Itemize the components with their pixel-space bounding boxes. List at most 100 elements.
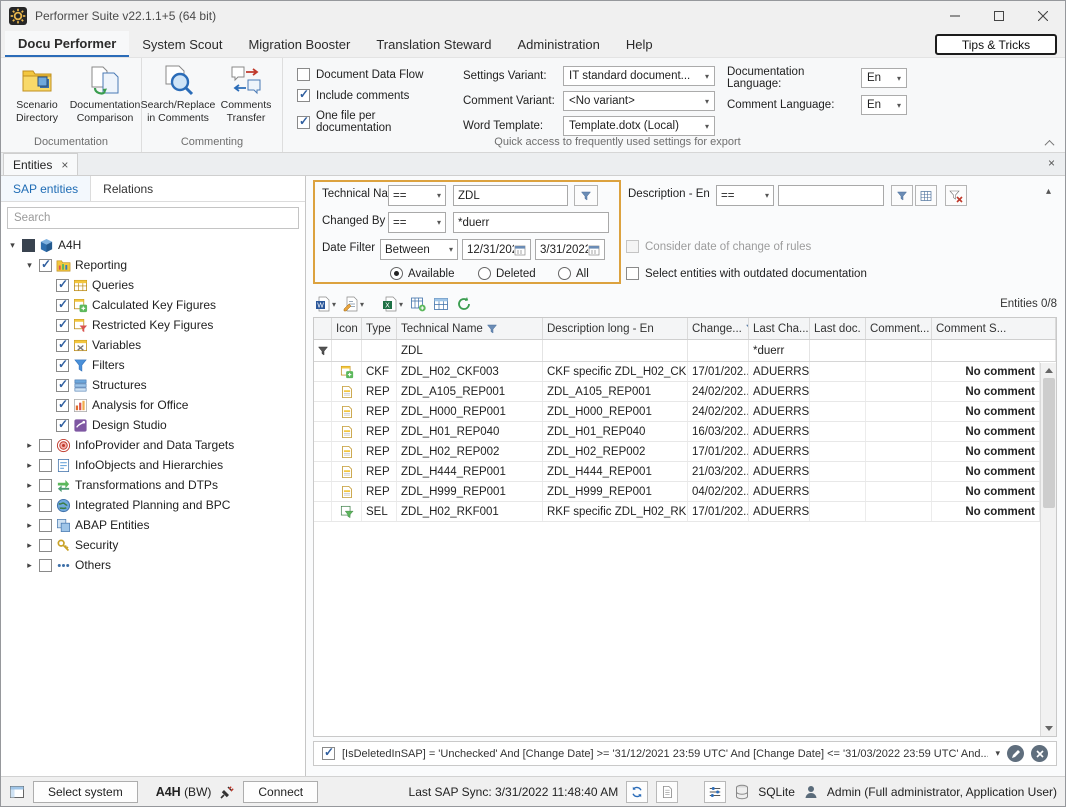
tree-checkbox[interactable] (56, 359, 69, 372)
show-filter-button[interactable] (891, 185, 913, 206)
comments-transfer-button[interactable]: Comments Transfer (212, 60, 280, 136)
expand-node-icon[interactable]: ▸ (22, 440, 37, 451)
description-input[interactable] (778, 185, 884, 206)
table-row[interactable]: REPZDL_H02_REP002ZDL_H02_REP00217/01/202… (314, 442, 1040, 462)
expand-node-icon[interactable]: ▸ (22, 460, 37, 471)
column-header-comment-s[interactable]: Comment S... (932, 318, 1056, 339)
expand-node-icon[interactable]: ▸ (22, 520, 37, 531)
expand-node-icon[interactable]: ▸ (22, 560, 37, 571)
table-row[interactable]: CKFZDL_H02_CKF003CKF specific ZDL_H02_CK… (314, 362, 1040, 382)
tree-checkbox[interactable] (39, 539, 52, 552)
tree-checkbox[interactable] (56, 379, 69, 392)
tree-checkbox[interactable] (39, 479, 52, 492)
filter-cell-icon[interactable] (332, 340, 362, 361)
tree-checkbox[interactable] (39, 499, 52, 512)
comment-variant-dropdown[interactable]: <No variant>▾ (563, 91, 715, 111)
scroll-up-icon[interactable] (1045, 363, 1053, 378)
outdated-docs-checkbox[interactable]: Select entities with outdated documentat… (626, 267, 867, 280)
radio-deleted[interactable]: Deleted (478, 267, 536, 280)
column-header-change[interactable]: Change... (688, 318, 749, 339)
tree-checkbox[interactable] (22, 239, 35, 252)
close-tab-icon[interactable]: × (61, 159, 68, 171)
changed-by-input[interactable]: *duerr (453, 212, 609, 233)
ribbon-tab-system-scout[interactable]: System Scout (129, 31, 235, 57)
close-filter-button[interactable] (1031, 745, 1048, 762)
filter-editor-button[interactable] (915, 185, 937, 206)
table-row[interactable]: REPZDL_H444_REP001ZDL_H444_REP00121/03/2… (314, 462, 1040, 482)
chevron-down-icon[interactable]: ▾ (360, 300, 364, 309)
tree-checkbox[interactable] (39, 559, 52, 572)
column-header-icon[interactable]: Icon (332, 318, 362, 339)
tree-checkbox[interactable] (56, 339, 69, 352)
filter-cell-last-doc[interactable] (810, 340, 866, 361)
collapse-node-icon[interactable]: ▾ (22, 260, 37, 271)
checkbox-one-file-per-documentation[interactable]: One file per documentation (297, 110, 451, 134)
filter-cell-type[interactable] (362, 340, 397, 361)
filter-enabled-checkbox[interactable] (322, 747, 335, 760)
tree-item-infoobjects-and-hierarchies[interactable]: ▸InfoObjects and Hierarchies (1, 455, 305, 475)
edit-filter-button[interactable] (1007, 745, 1024, 762)
filter-cell-description-long-en[interactable] (543, 340, 688, 361)
tree-item-others[interactable]: ▸Others (1, 555, 305, 575)
tree-checkbox[interactable] (56, 419, 69, 432)
tree-checkbox[interactable] (39, 439, 52, 452)
tree-item-calculated-key-figures[interactable]: Calculated Key Figures (1, 295, 305, 315)
connect-button[interactable]: Connect (243, 781, 318, 803)
collapse-filter-panel-icon[interactable]: ▴ (1046, 186, 1051, 197)
tree-item-abap-entities[interactable]: ▸ABAP Entities (1, 515, 305, 535)
panel-icon[interactable] (9, 784, 25, 800)
document-log-button[interactable] (656, 781, 678, 803)
technical-name-input[interactable]: ZDL (453, 185, 568, 206)
table-row[interactable]: REPZDL_A105_REP001ZDL_A105_REP00124/02/2… (314, 382, 1040, 402)
settings-sliders-button[interactable] (704, 781, 726, 803)
documentation-language-dropdown[interactable]: En▾ (861, 68, 907, 88)
expand-node-icon[interactable]: ▸ (22, 540, 37, 551)
tree-checkbox[interactable] (56, 279, 69, 292)
tree-item-variables[interactable]: Variables (1, 335, 305, 355)
search-replace-in-comments-button[interactable]: Search/Replace in Comments (144, 60, 212, 136)
column-header-last-doc[interactable]: Last doc. (810, 318, 866, 339)
expand-node-icon[interactable]: ▸ (22, 500, 37, 511)
tree-item-security[interactable]: ▸Security (1, 535, 305, 555)
tree-item-infoprovider-and-data-targets[interactable]: ▸InfoProvider and Data Targets (1, 435, 305, 455)
maximize-button[interactable] (977, 1, 1021, 31)
date-filter-operator[interactable]: Between▾ (380, 239, 458, 260)
tree-item-transformations-and-dtps[interactable]: ▸Transformations and DTPs (1, 475, 305, 495)
table-row[interactable]: REPZDL_H000_REP001ZDL_H000_REP00124/02/2… (314, 402, 1040, 422)
vertical-scrollbar[interactable] (1040, 363, 1056, 736)
radio-available[interactable]: Available (390, 267, 454, 280)
tree-item-a4h[interactable]: ▾A4H (1, 235, 305, 255)
filter-cell-last-cha[interactable]: *duerr (749, 340, 810, 361)
tips-tricks-button[interactable]: Tips & Tricks (935, 34, 1057, 55)
checkbox-include-comments[interactable]: Include comments (297, 89, 451, 102)
scroll-down-icon[interactable] (1045, 721, 1053, 736)
calendar-icon[interactable] (588, 244, 600, 256)
expand-node-icon[interactable]: ▸ (22, 480, 37, 491)
scenario-directory-button[interactable]: Scenario Directory (3, 60, 71, 136)
column-header-description-long-en[interactable]: Description long - En (543, 318, 688, 339)
date-from-input[interactable]: 12/31/2021 (462, 239, 531, 260)
tree-item-filters[interactable]: Filters (1, 355, 305, 375)
filter-cell-change[interactable] (688, 340, 749, 361)
column-header-type[interactable]: Type (362, 318, 397, 339)
close-button[interactable] (1021, 1, 1065, 31)
refresh-button[interactable] (454, 294, 474, 314)
settings-variant-dropdown[interactable]: IT standard document...▾ (563, 66, 715, 86)
export-word-button[interactable]: W▾ (313, 294, 338, 314)
column-header-comment[interactable]: Comment... (866, 318, 932, 339)
minimize-button[interactable] (933, 1, 977, 31)
tree-item-reporting[interactable]: ▾Reporting (1, 255, 305, 275)
technical-name-filter-menu-button[interactable] (574, 185, 598, 206)
calendar-icon[interactable] (514, 244, 526, 256)
chevron-down-icon[interactable]: ▾ (332, 300, 336, 309)
tree-item-queries[interactable]: Queries (1, 275, 305, 295)
ribbon-tab-help[interactable]: Help (613, 31, 666, 57)
select-system-button[interactable]: Select system (33, 781, 138, 803)
ribbon-tab-migration-booster[interactable]: Migration Booster (235, 31, 363, 57)
scrollbar-thumb[interactable] (1043, 378, 1055, 508)
word-template-dropdown[interactable]: Template.dotx (Local)▾ (563, 116, 715, 136)
documentation-comparison-button[interactable]: Documentation Comparison (71, 60, 139, 136)
ribbon-tab-docu-performer[interactable]: Docu Performer (5, 31, 129, 57)
export-document-button[interactable]: ▾ (341, 294, 366, 314)
copy-table-button[interactable] (408, 294, 428, 314)
